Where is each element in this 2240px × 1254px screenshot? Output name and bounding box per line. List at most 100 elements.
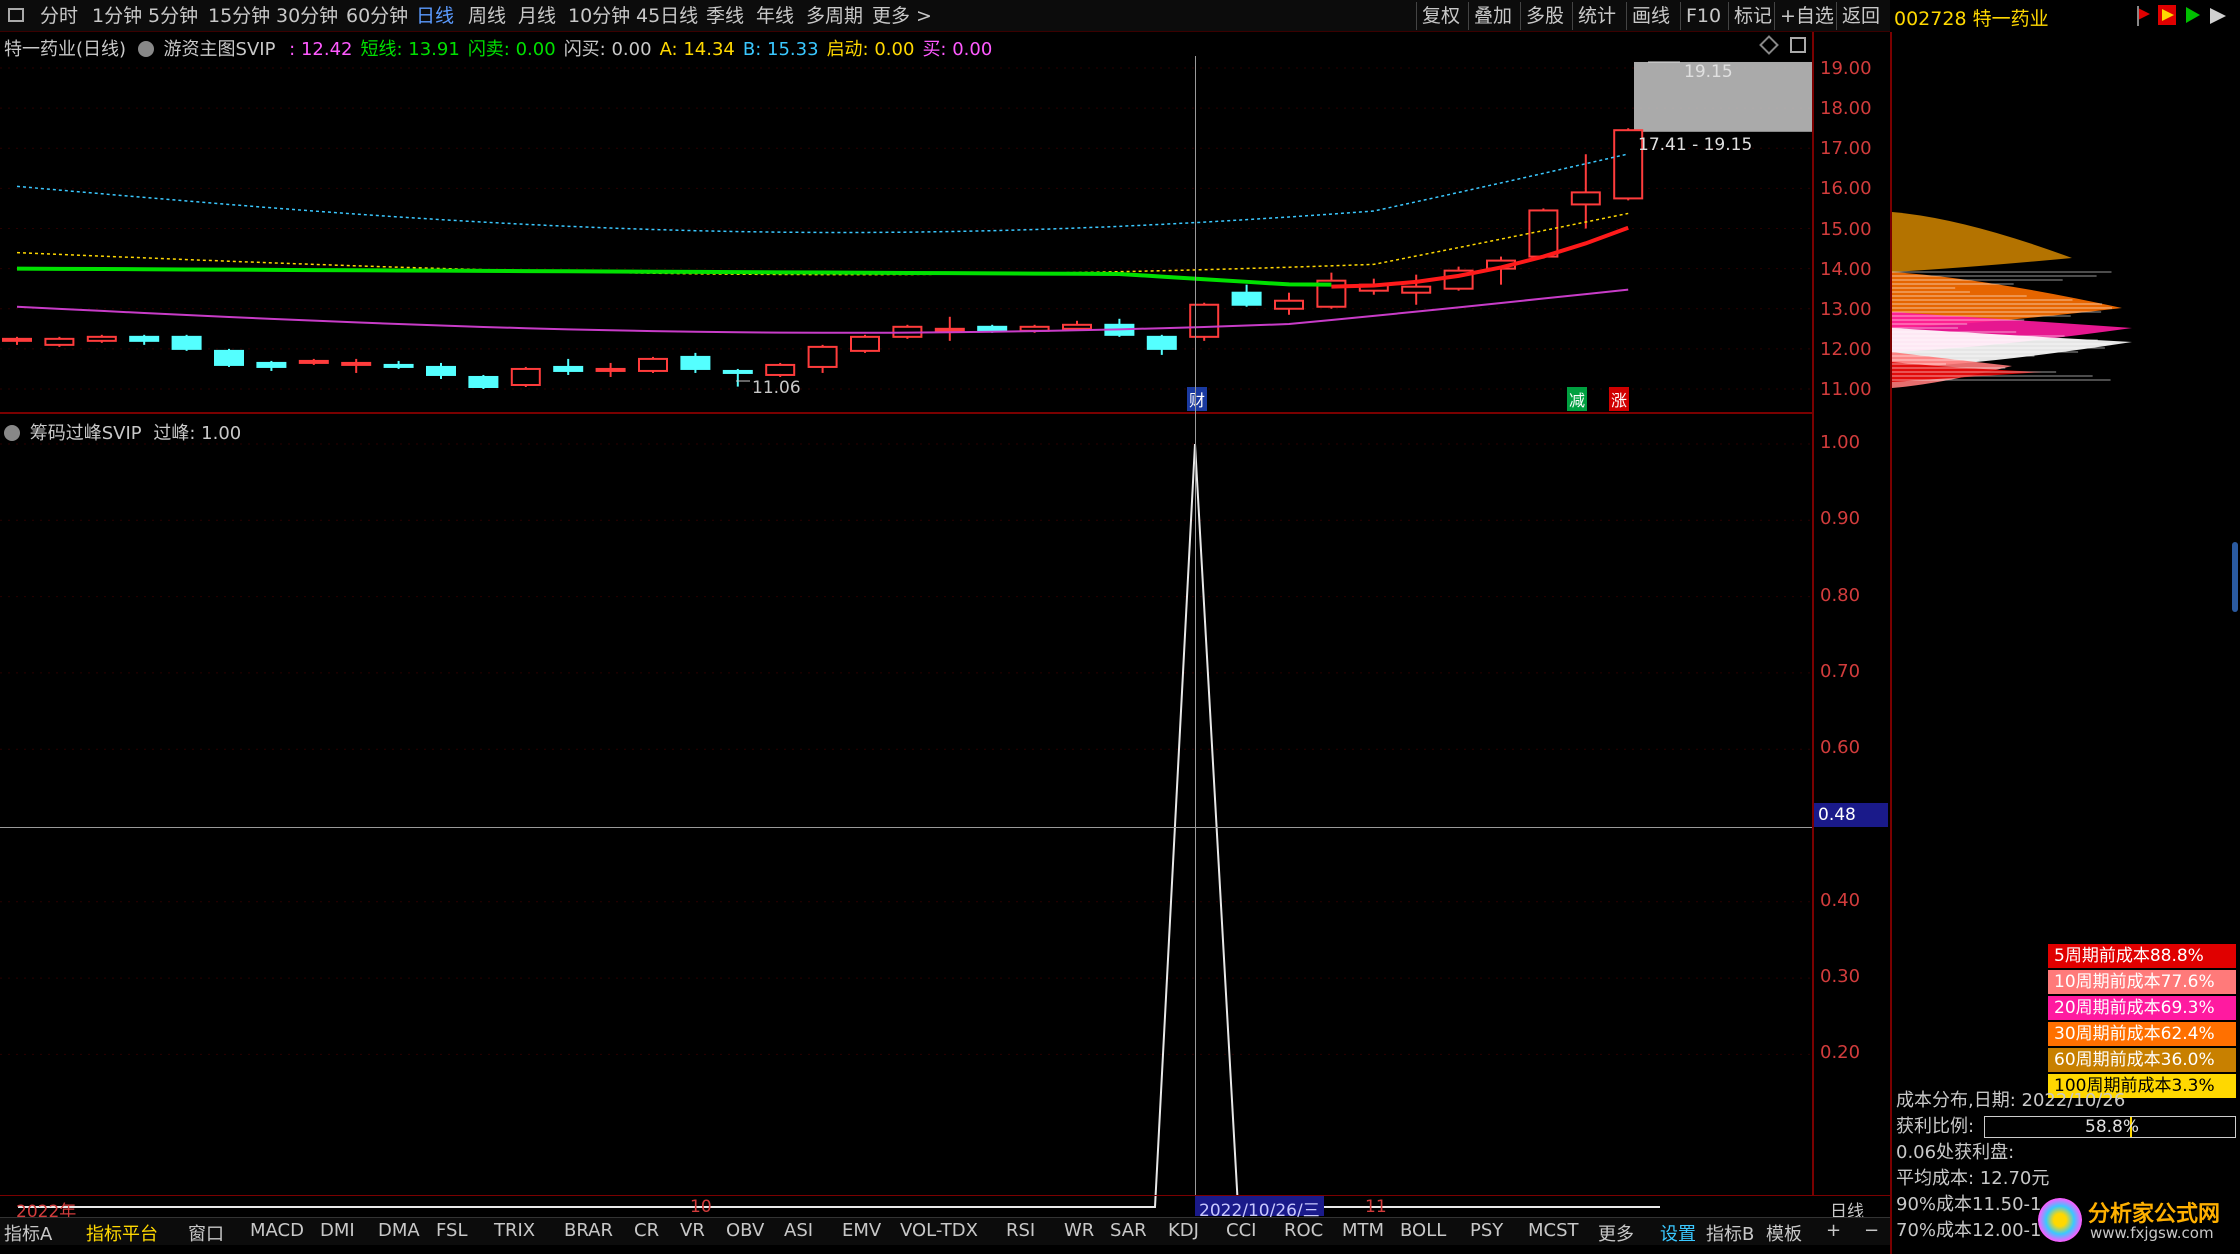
period-tab[interactable]: 周线 bbox=[468, 3, 506, 29]
period-tab[interactable]: 年线 bbox=[756, 3, 794, 29]
candle-body bbox=[850, 335, 880, 352]
toolbar-button[interactable]: 画线 bbox=[1632, 3, 1670, 29]
sub-chart-canvas bbox=[0, 443, 1812, 1208]
next-icon[interactable] bbox=[2186, 7, 2200, 23]
marker-zhang[interactable]: 涨 bbox=[1609, 387, 1630, 411]
period-tab[interactable]: 日线 bbox=[416, 3, 454, 29]
toolbar-separator bbox=[1416, 2, 1417, 30]
toolbar-button[interactable]: 叠加 bbox=[1474, 3, 1512, 29]
indicator-tab[interactable]: WR bbox=[1064, 1220, 1094, 1241]
indicator-tab[interactable]: 指标A bbox=[4, 1220, 52, 1246]
period-tab[interactable]: 1分钟 bbox=[92, 3, 142, 29]
sub-indicator-chart[interactable]: 筹码过峰SVIP 过峰: 1.00 bbox=[0, 412, 1812, 1208]
toolbar-button[interactable]: 统计 bbox=[1578, 3, 1616, 29]
indicator-tab[interactable]: KDJ bbox=[1168, 1220, 1199, 1241]
toolbar-button[interactable]: +自选 bbox=[1780, 3, 1834, 29]
indicator-tab[interactable]: RSI bbox=[1006, 1220, 1035, 1241]
toolbar-separator bbox=[1626, 2, 1627, 30]
cost-70-label: 70%成本12.00-1 bbox=[1896, 1220, 2042, 1241]
candle-body bbox=[171, 335, 202, 350]
period-tab[interactable]: 30分钟 bbox=[276, 3, 338, 29]
indicator-tab[interactable]: 更多 bbox=[1598, 1220, 1634, 1246]
indicator-tab[interactable]: BRAR bbox=[564, 1220, 613, 1241]
indicator-tab[interactable]: TRIX bbox=[494, 1220, 535, 1241]
indicator-field: 闪买: 0.00 bbox=[563, 39, 652, 60]
indicator-tab[interactable]: 设置 bbox=[1660, 1220, 1696, 1246]
toolbar-button[interactable]: 返回 bbox=[1842, 3, 1880, 29]
cost-legend-row: 60周期前成本36.0% bbox=[2048, 1048, 2236, 1072]
period-tab[interactable]: 多周期 bbox=[806, 3, 863, 29]
export-icon[interactable] bbox=[2210, 8, 2226, 24]
period-tab[interactable]: 5分钟 bbox=[148, 3, 198, 29]
indicator-tab[interactable]: VR bbox=[680, 1220, 705, 1241]
indicator-tab[interactable]: ASI bbox=[784, 1220, 813, 1241]
indicator-tab[interactable]: VOL-TDX bbox=[900, 1220, 978, 1241]
period-tab[interactable]: 45日线 bbox=[636, 3, 698, 29]
indicator-tab[interactable]: MCST bbox=[1528, 1220, 1579, 1241]
right-tab[interactable]: 模板 bbox=[1766, 1220, 1802, 1246]
period-tab[interactable]: 分时 bbox=[40, 3, 78, 29]
toolbar-button[interactable]: F10 bbox=[1686, 3, 1721, 29]
short-line-red bbox=[1331, 225, 1629, 289]
toolbar-separator bbox=[1680, 2, 1681, 30]
indicator-tab[interactable]: ROC bbox=[1284, 1220, 1323, 1241]
indicator-tab[interactable]: CCI bbox=[1226, 1220, 1256, 1241]
right-tab[interactable]: 指标B bbox=[1706, 1220, 1754, 1246]
indicator-tab[interactable]: 窗口 bbox=[188, 1220, 224, 1246]
cost-legend-row: 20周期前成本69.3% bbox=[2048, 996, 2236, 1020]
marker-jian[interactable]: 减 bbox=[1567, 387, 1588, 411]
indicator-tab[interactable]: FSL bbox=[436, 1220, 468, 1241]
indicator-tab[interactable]: PSY bbox=[1470, 1220, 1503, 1241]
date-label-nov: 11 bbox=[1365, 1197, 1387, 1217]
candle-body bbox=[1274, 299, 1304, 310]
right-tab[interactable]: + bbox=[1826, 1220, 1841, 1241]
indicator-name[interactable]: 游资主图SVIP bbox=[164, 39, 276, 60]
marker-cai[interactable]: 财 bbox=[1187, 387, 1208, 411]
watermark: 分析家公式网 www.fxjgsw.com bbox=[2036, 1192, 2240, 1252]
indicator-tab[interactable]: CR bbox=[634, 1220, 659, 1241]
period-tab[interactable]: 月线 bbox=[518, 3, 556, 29]
sub-toggle-icon[interactable] bbox=[4, 425, 20, 441]
main-indicator-info: 特一药业(日线) 游资主图SVIP : 12.42 短线: 13.91 闪卖: 0.… bbox=[4, 35, 996, 61]
candle-body bbox=[510, 367, 541, 386]
indicator-tab[interactable]: MACD bbox=[250, 1220, 304, 1241]
ma-cyan-dashed bbox=[16, 153, 1629, 234]
price-axis-label: 13.00 bbox=[1820, 298, 1872, 320]
period-tab[interactable]: 10分钟 bbox=[568, 3, 630, 29]
sub-field-value: 1.00 bbox=[195, 423, 242, 444]
indicator-toggle-icon[interactable] bbox=[137, 41, 154, 57]
price-axis-label: 11.00 bbox=[1820, 379, 1872, 400]
period-tab[interactable]: 季线 bbox=[706, 3, 744, 29]
chart-window-icon[interactable] bbox=[1790, 37, 1806, 53]
right-tab[interactable]: − bbox=[1864, 1220, 1879, 1241]
indicator-tab[interactable]: DMI bbox=[320, 1220, 355, 1241]
period-tab[interactable]: 15分钟 bbox=[208, 3, 270, 29]
indicator-tab[interactable]: EMV bbox=[842, 1220, 881, 1241]
period-tab[interactable]: 60分钟 bbox=[346, 3, 408, 29]
toolbar-button[interactable]: 多股 bbox=[1526, 3, 1564, 29]
stock-header-icons bbox=[2137, 5, 2226, 26]
sub-axis-label: 0.20 bbox=[1820, 1042, 1861, 1064]
indicator-tab[interactable]: DMA bbox=[378, 1220, 420, 1241]
flag-icon[interactable] bbox=[2137, 6, 2150, 26]
indicator-tab[interactable]: OBV bbox=[726, 1220, 764, 1241]
cost-band bbox=[1892, 212, 2072, 272]
toolbar-button[interactable]: 复权 bbox=[1422, 3, 1460, 29]
main-price-chart[interactable]: 特一药业(日线) 游资主图SVIP : 12.42 短线: 13.91 闪卖: 0.… bbox=[0, 32, 1812, 412]
indicator-tab[interactable]: BOLL bbox=[1400, 1220, 1446, 1241]
indicator-tab[interactable]: SAR bbox=[1110, 1220, 1147, 1241]
indicator-tab[interactable]: MTM bbox=[1342, 1220, 1384, 1241]
cost-legend-row: 5周期前成本88.8% bbox=[2048, 944, 2236, 968]
menu-icon[interactable] bbox=[8, 8, 24, 22]
scroll-handle[interactable] bbox=[2232, 542, 2238, 612]
candle-body bbox=[1146, 335, 1177, 350]
sub-axis-label: 0.70 bbox=[1820, 660, 1861, 682]
play-icon[interactable] bbox=[2158, 5, 2176, 25]
indicator-tab[interactable]: 指标平台 bbox=[86, 1220, 158, 1246]
cost-distribution-panel: 5周期前成本88.8% 10周期前成本77.6% 20周期前成本69.3% 30周期前… bbox=[1890, 32, 2240, 1254]
indicator-field: : 12.42 bbox=[289, 39, 353, 60]
toolbar-button[interactable]: 标记 bbox=[1734, 3, 1772, 29]
sub-indicator-name[interactable]: 筹码过峰SVIP bbox=[30, 423, 142, 444]
candle-body bbox=[298, 359, 329, 364]
period-tab[interactable]: 更多 > bbox=[872, 3, 932, 29]
